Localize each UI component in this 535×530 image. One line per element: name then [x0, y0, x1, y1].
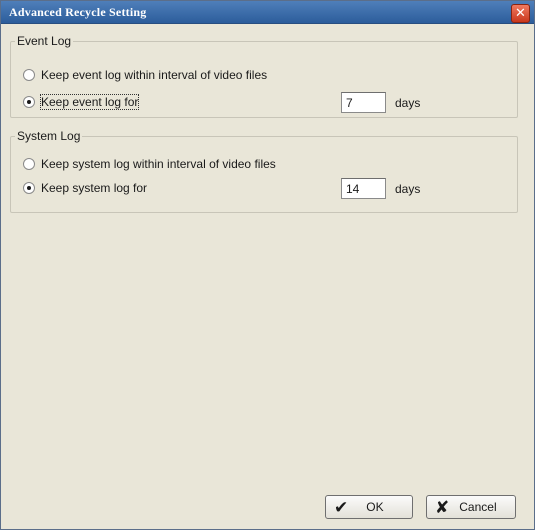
system-log-interval-label: Keep system log within interval of video…	[41, 157, 276, 171]
system-log-keep-label: Keep system log for	[41, 181, 148, 195]
dialog-window: Advanced Recycle Setting ✕ Event Log Kee…	[0, 0, 535, 530]
event-log-keep-radio[interactable]	[23, 96, 35, 108]
system-log-days-input[interactable]: 14	[341, 178, 386, 199]
checkmark-icon: ✔	[334, 497, 349, 517]
event-log-interval-label: Keep event log within interval of video …	[41, 68, 268, 82]
system-log-interval-option[interactable]: Keep system log within interval of video…	[23, 156, 276, 172]
event-log-days-unit: days	[395, 96, 421, 110]
ok-button-label: OK	[366, 500, 384, 514]
event-log-legend: Event Log	[17, 34, 72, 48]
system-log-interval-radio[interactable]	[23, 158, 35, 170]
system-log-days-unit: days	[395, 182, 421, 196]
close-icon: ✕	[515, 5, 526, 20]
cancel-button-label: Cancel	[459, 500, 497, 514]
system-log-legend: System Log	[17, 129, 81, 143]
x-icon: ✘	[435, 497, 450, 517]
event-log-interval-radio[interactable]	[23, 69, 35, 81]
title-bar[interactable]: Advanced Recycle Setting ✕	[1, 1, 534, 24]
close-button[interactable]: ✕	[511, 4, 530, 23]
event-log-days-input[interactable]: 7	[341, 92, 386, 113]
event-log-interval-option[interactable]: Keep event log within interval of video …	[23, 67, 267, 83]
event-log-keep-label: Keep event log for	[39, 94, 140, 110]
cancel-button[interactable]: ✘ Cancel	[426, 495, 516, 519]
system-log-keep-radio[interactable]	[23, 182, 35, 194]
event-log-keep-option[interactable]: Keep event log for	[23, 94, 140, 110]
system-log-keep-option[interactable]: Keep system log for	[23, 180, 147, 196]
ok-button[interactable]: ✔ OK	[325, 495, 413, 519]
dialog-title: Advanced Recycle Setting	[9, 5, 147, 19]
